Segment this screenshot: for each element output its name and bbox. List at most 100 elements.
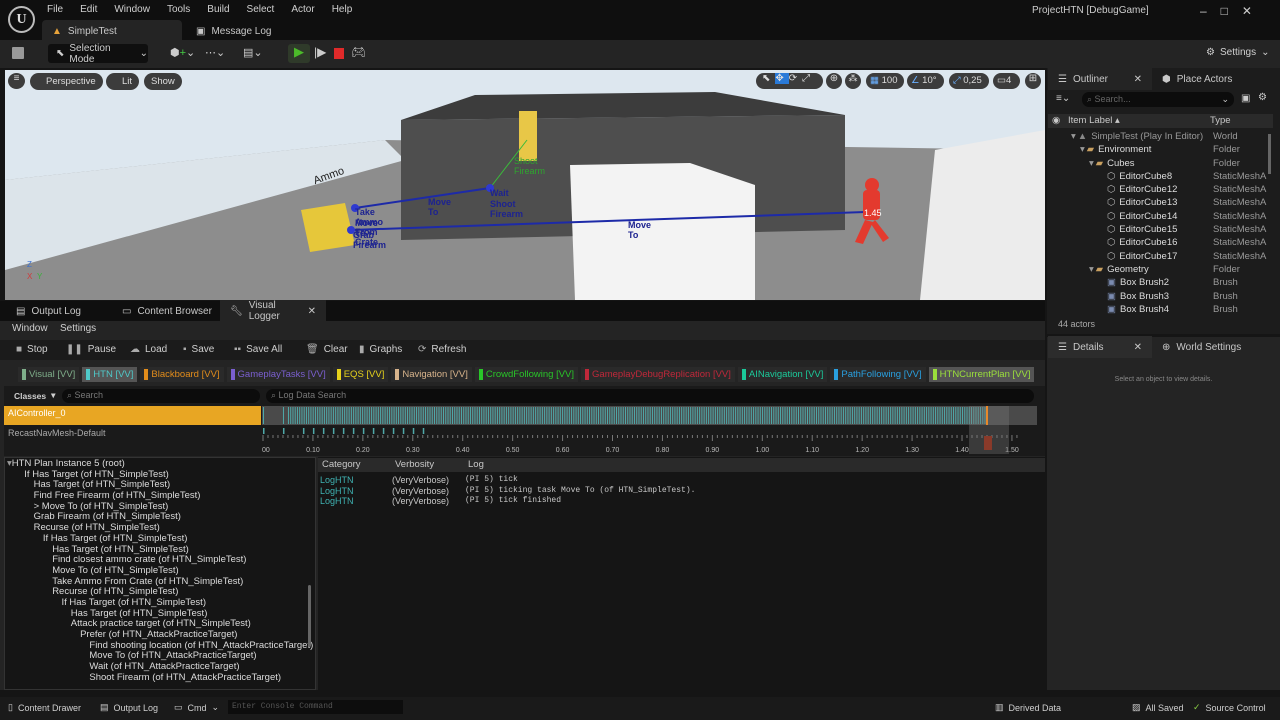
gamepad-icon[interactable]: 🎮︎ xyxy=(351,45,366,59)
layout-icon[interactable]: ⊞ xyxy=(1025,73,1041,89)
tab-content-browser[interactable]: ▭ Content Browser xyxy=(112,300,222,322)
log-event-mark[interactable] xyxy=(330,407,332,424)
log-event-mark[interactable] xyxy=(717,407,719,424)
log-event-mark[interactable] xyxy=(514,407,516,424)
navmesh-event-mark[interactable] xyxy=(332,428,335,434)
tab-place-actors[interactable]: ⬢ Place Actors xyxy=(1152,68,1242,90)
grid-snap-toggle[interactable]: ▦ 100 xyxy=(866,73,904,89)
log-event-mark[interactable] xyxy=(501,407,503,424)
log-event-mark[interactable] xyxy=(744,407,746,424)
log-event-mark[interactable] xyxy=(964,407,966,424)
log-event-mark[interactable] xyxy=(427,407,429,424)
log-event-mark[interactable] xyxy=(371,407,373,424)
log-event-mark[interactable] xyxy=(962,407,964,424)
vlog-menu-settings[interactable]: Settings xyxy=(60,323,96,334)
tree-scrollbar[interactable] xyxy=(308,585,311,647)
log-event-mark[interactable] xyxy=(762,407,764,424)
log-event-mark[interactable] xyxy=(539,407,541,424)
col-item-label[interactable]: Item Label ▴ xyxy=(1068,115,1120,126)
log-event-mark[interactable] xyxy=(768,407,770,424)
log-event-mark[interactable] xyxy=(753,407,755,424)
col-log[interactable]: Log xyxy=(468,459,484,470)
log-event-mark[interactable] xyxy=(806,407,808,424)
log-event-mark[interactable] xyxy=(454,407,456,424)
log-event-mark[interactable] xyxy=(460,407,462,424)
log-event-mark[interactable] xyxy=(485,407,487,424)
log-event-mark[interactable] xyxy=(782,407,784,424)
log-event-mark[interactable] xyxy=(510,407,512,424)
log-event-mark[interactable] xyxy=(896,407,898,424)
log-event-mark[interactable] xyxy=(881,407,883,424)
log-event-mark[interactable] xyxy=(921,407,923,424)
log-event-mark[interactable] xyxy=(829,407,831,424)
log-event-mark[interactable] xyxy=(535,407,537,424)
log-event-mark[interactable] xyxy=(899,407,901,424)
log-event-mark[interactable] xyxy=(598,407,600,424)
outliner-scrollbar[interactable] xyxy=(1268,134,1271,174)
log-event-mark[interactable] xyxy=(860,407,862,424)
log-event-mark[interactable] xyxy=(901,407,903,424)
stop-button[interactable]: ■ Stop xyxy=(16,344,48,355)
menu-file[interactable]: File xyxy=(47,4,63,15)
log-event-mark[interactable] xyxy=(382,407,384,424)
log-event-mark[interactable] xyxy=(815,407,817,424)
log-event-mark[interactable] xyxy=(928,407,930,424)
log-event-mark[interactable] xyxy=(728,407,730,424)
log-event-mark[interactable] xyxy=(854,407,856,424)
log-event-mark[interactable] xyxy=(660,407,662,424)
log-event-mark[interactable] xyxy=(649,407,651,424)
visibility-icon[interactable]: ◉ xyxy=(1052,115,1060,126)
log-event-mark[interactable] xyxy=(368,407,370,424)
log-event-mark[interactable] xyxy=(694,407,696,424)
log-event-mark[interactable] xyxy=(676,407,678,424)
viewport-menu-button[interactable]: ≡ xyxy=(8,73,25,89)
log-event-mark[interactable] xyxy=(575,407,577,424)
log-event-mark[interactable] xyxy=(492,407,494,424)
skip-frame-button[interactable]: |▶ xyxy=(314,45,326,59)
log-event-mark[interactable] xyxy=(400,407,402,424)
log-event-mark[interactable] xyxy=(447,407,449,424)
content-drawer-button[interactable]: ▯ Content Drawer xyxy=(8,702,81,713)
navmesh-event-mark[interactable] xyxy=(402,428,405,434)
log-event-mark[interactable] xyxy=(678,407,680,424)
log-event-mark[interactable] xyxy=(339,407,341,424)
log-event-mark[interactable] xyxy=(672,407,674,424)
log-event-mark[interactable] xyxy=(346,407,348,424)
log-event-mark[interactable] xyxy=(750,407,752,424)
log-row[interactable]: LogHTN (VeryVerbose) (PI 5) tick finished xyxy=(320,496,1020,507)
log-event-mark[interactable] xyxy=(508,407,510,424)
add-actor-button[interactable]: ⬢+⌄ xyxy=(170,46,195,59)
log-event-mark[interactable] xyxy=(384,407,386,424)
log-event-mark[interactable] xyxy=(831,407,833,424)
timeline[interactable]: 0.00 0.10 0.20 0.30 0.40 0.50 0.60 0.70 0.80 0.90… xyxy=(262,406,1042,456)
log-event-mark[interactable] xyxy=(332,407,334,424)
log-event-mark[interactable] xyxy=(530,407,532,424)
log-event-mark[interactable] xyxy=(290,407,292,424)
log-event-mark[interactable] xyxy=(948,407,950,424)
log-event-mark[interactable] xyxy=(926,407,928,424)
log-event-mark[interactable] xyxy=(878,407,880,424)
log-event-mark[interactable] xyxy=(422,407,424,424)
log-event-mark[interactable] xyxy=(548,407,550,424)
expand-arrow-icon[interactable]: ▾ xyxy=(1089,264,1094,275)
log-event-mark[interactable] xyxy=(402,407,404,424)
log-event-mark[interactable] xyxy=(645,407,647,424)
log-event-mark[interactable] xyxy=(939,407,941,424)
navmesh-event-mark[interactable] xyxy=(263,428,265,434)
log-event-mark[interactable] xyxy=(867,407,869,424)
log-event-mark[interactable] xyxy=(321,407,323,424)
log-event-mark[interactable] xyxy=(519,407,521,424)
log-event-mark[interactable] xyxy=(607,407,609,424)
menu-select[interactable]: Select xyxy=(247,4,275,15)
tab-world-settings[interactable]: ⊕ World Settings xyxy=(1152,336,1251,358)
log-event-mark[interactable] xyxy=(838,407,840,424)
log-event-mark[interactable] xyxy=(456,407,458,424)
row-aicontroller[interactable]: AIController_0 xyxy=(4,406,261,425)
log-event-mark[interactable] xyxy=(737,407,739,424)
category-toggle[interactable]: CrowdFollowing [VV] xyxy=(474,367,579,382)
log-event-mark[interactable] xyxy=(714,407,716,424)
cinematics-button[interactable]: ▤⌄ xyxy=(243,46,263,59)
log-event-mark[interactable] xyxy=(616,407,618,424)
log-event-mark[interactable] xyxy=(802,407,804,424)
log-event-mark[interactable] xyxy=(335,407,337,424)
